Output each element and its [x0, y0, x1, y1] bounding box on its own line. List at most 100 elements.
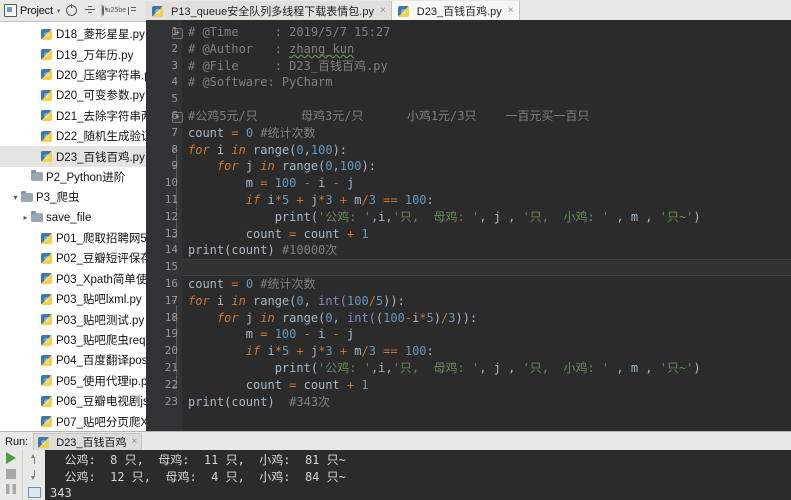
code-line[interactable]: #公鸡5元/只 母鸡3元/只 小鸡1元/3只 一百元买一百只	[188, 108, 589, 125]
tree-item-label: D23_百钱百鸡.py	[56, 151, 145, 164]
scroll-down-icon[interactable]	[30, 470, 39, 482]
tree-row[interactable]: D20_压缩字符串.py	[0, 65, 146, 85]
editor-code-area[interactable]: # @Time : 2019/5/7 15:27 # @Author : zhan…	[182, 20, 791, 431]
line-number: 9	[171, 159, 178, 173]
tree-item-label: P3_爬虫	[36, 192, 80, 205]
code-line[interactable]: for j in range(0,100):	[188, 158, 376, 175]
code-line[interactable]: print(count) #343次	[188, 394, 330, 411]
hide-icon[interactable]	[125, 4, 138, 17]
tree-item-label: save_file	[46, 211, 92, 224]
code-line[interactable]: for i in range(0,100):	[188, 142, 347, 159]
python-file-icon	[41, 109, 53, 122]
code-line[interactable]: # @Author : zhang_kun	[188, 41, 354, 58]
tree-row[interactable]: P03_贴吧测试.py	[0, 309, 146, 329]
code-line[interactable]: print('公鸡: ',i,'只, 母鸡: ', j , '只, 小鸡: ' …	[188, 360, 701, 377]
tree-item-label: D18_菱形星星.py	[56, 29, 145, 42]
code-line[interactable]: if i*5 + j*3 + m/3 == 100:	[188, 192, 434, 209]
scroll-up-icon[interactable]	[30, 453, 39, 464]
code-token: j	[346, 176, 355, 191]
code-line[interactable]: count = 0 #统计次数	[188, 125, 316, 142]
code-line[interactable]: m = 100 - i - j	[188, 175, 354, 192]
tree-row[interactable]: P01_爬取招聘网51j	[0, 228, 146, 248]
code-token: 100	[310, 142, 333, 157]
tree-row[interactable]: P03_贴吧lxml.py	[0, 289, 146, 309]
tree-item-label: P03_贴吧测试.py	[56, 314, 145, 327]
tree-row[interactable]: P03_贴吧爬虫reque	[0, 330, 146, 350]
tree-row[interactable]: D18_菱形星星.py	[0, 24, 146, 44]
tree-row[interactable]: P2_Python进阶	[0, 167, 146, 187]
close-icon[interactable]: ×	[508, 5, 514, 16]
code-line[interactable]: for j in range(0, int((100-i*5)/3)):	[188, 310, 477, 327]
code-token: -	[332, 176, 347, 191]
chevron-down-icon[interactable]	[10, 193, 21, 202]
tree-row[interactable]: P07_贴吧分页爬Xpa	[0, 411, 146, 431]
python-file-icon	[397, 5, 410, 17]
code-line[interactable]: count = 0 #统计次数	[188, 276, 316, 293]
project-view-label: Project	[20, 4, 53, 17]
line-number: 6	[171, 109, 178, 122]
run-header: Run: D23_百钱百鸡 ×	[0, 431, 791, 451]
run-icon[interactable]	[6, 452, 16, 464]
stop-icon[interactable]	[6, 469, 16, 479]
locate-icon[interactable]	[65, 4, 78, 17]
code-token: +	[346, 377, 362, 392]
tree-row[interactable]: save_file	[0, 208, 146, 228]
code-token: 1	[361, 226, 369, 241]
code-line[interactable]: print(count) #10000次	[188, 242, 337, 259]
close-icon[interactable]: ×	[380, 5, 386, 16]
code-token: 0	[296, 293, 304, 308]
tree-row[interactable]: D23_百钱百鸡.py	[0, 146, 146, 167]
gear-icon[interactable]: \u25be	[101, 4, 126, 17]
tree-row[interactable]: P3_爬虫	[0, 187, 146, 207]
tree-item-label: D20_可变参数.py	[56, 90, 145, 103]
code-line[interactable]: if i*5 + j*3 + m/3 == 100:	[188, 343, 434, 360]
editor-gutter[interactable]: + + ▿ ▿ ␣ ▿ ▿ ␣ 1 2 3 4 5 6 7 8 9 10 11 12 13 14 15 16 17 18 19 20 2…	[146, 20, 183, 431]
python-file-icon	[41, 28, 53, 41]
code-token: in	[231, 142, 254, 157]
code-token: *	[419, 310, 427, 325]
code-line[interactable]: for i in range(0, int(100/5)):	[188, 293, 405, 310]
project-view-selector[interactable]: Project ▾	[4, 4, 60, 17]
code-line[interactable]: count = count + 1	[188, 226, 369, 243]
code-line[interactable]: m = 100 - i - j	[188, 326, 354, 343]
editor-tab[interactable]: P13_queue安全队列多线程下载表情包.py ×	[146, 1, 392, 20]
code-token: ):	[332, 142, 348, 157]
code-token: , m ,	[609, 361, 660, 375]
code-token: '只, 小鸡: '	[522, 361, 610, 375]
pause-icon[interactable]	[6, 484, 16, 494]
code-line[interactable]: # @Software: PyCharm	[188, 74, 333, 91]
tree-row[interactable]: D21_去除字符串两端	[0, 106, 146, 126]
code-token: #343次	[289, 394, 331, 409]
code-editor[interactable]: + + ▿ ▿ ␣ ▿ ▿ ␣ 1 2 3 4 5 6 7 8 9 10 11 12 13 14 15 16 17 18 19 20 2…	[146, 20, 791, 431]
code-token: j	[310, 193, 319, 207]
code-token: ):	[361, 159, 376, 174]
tree-row[interactable]: D22_随机生成验证码	[0, 126, 146, 146]
console-output[interactable]: 公鸡: 8 只, 母鸡: 11 只, 小鸡: 81 只~ 公鸡: 12 只, 母…	[45, 450, 791, 500]
python-file-icon	[41, 334, 53, 347]
code-line[interactable]: # @Time : 2019/5/7 15:27	[188, 24, 390, 41]
tree-row[interactable]: P04_百度翻译post请	[0, 350, 146, 370]
editor-tab[interactable]: D23_百钱百鸡.py ×	[391, 1, 520, 20]
editor-tab-label: D23_百钱百鸡.py	[416, 5, 502, 18]
folder-icon	[31, 170, 43, 183]
code-token: ,	[303, 293, 319, 308]
soft-wrap-icon[interactable]	[27, 487, 41, 498]
tree-row[interactable]: D20_可变参数.py	[0, 85, 146, 105]
code-line[interactable]: # @File : D23_百钱百鸡.py	[188, 58, 388, 75]
collapse-all-icon[interactable]	[83, 4, 96, 17]
tree-row[interactable]: D19_万年历.py	[0, 44, 146, 64]
code-line[interactable]: count = count + 1	[188, 377, 369, 394]
tree-row[interactable]: P03_Xpath简单使用	[0, 269, 146, 289]
close-icon[interactable]: ×	[132, 436, 138, 447]
python-file-icon	[41, 374, 53, 387]
code-token: i	[216, 142, 232, 157]
chevron-right-icon[interactable]	[20, 213, 31, 222]
run-configuration-tab[interactable]: D23_百钱百鸡 ×	[33, 432, 143, 451]
code-line[interactable]: print('公鸡: ',i,'只, 母鸡: ', j , '只, 小鸡: ' …	[188, 209, 701, 226]
code-token: for	[188, 293, 217, 308]
tree-row[interactable]: P02_豆瓣短评保存.p	[0, 248, 146, 268]
tree-row[interactable]: P05_使用代理ip.py	[0, 371, 146, 391]
line-number: 5	[171, 92, 178, 106]
tree-row[interactable]: P06_豆瓣电视剧json	[0, 391, 146, 411]
